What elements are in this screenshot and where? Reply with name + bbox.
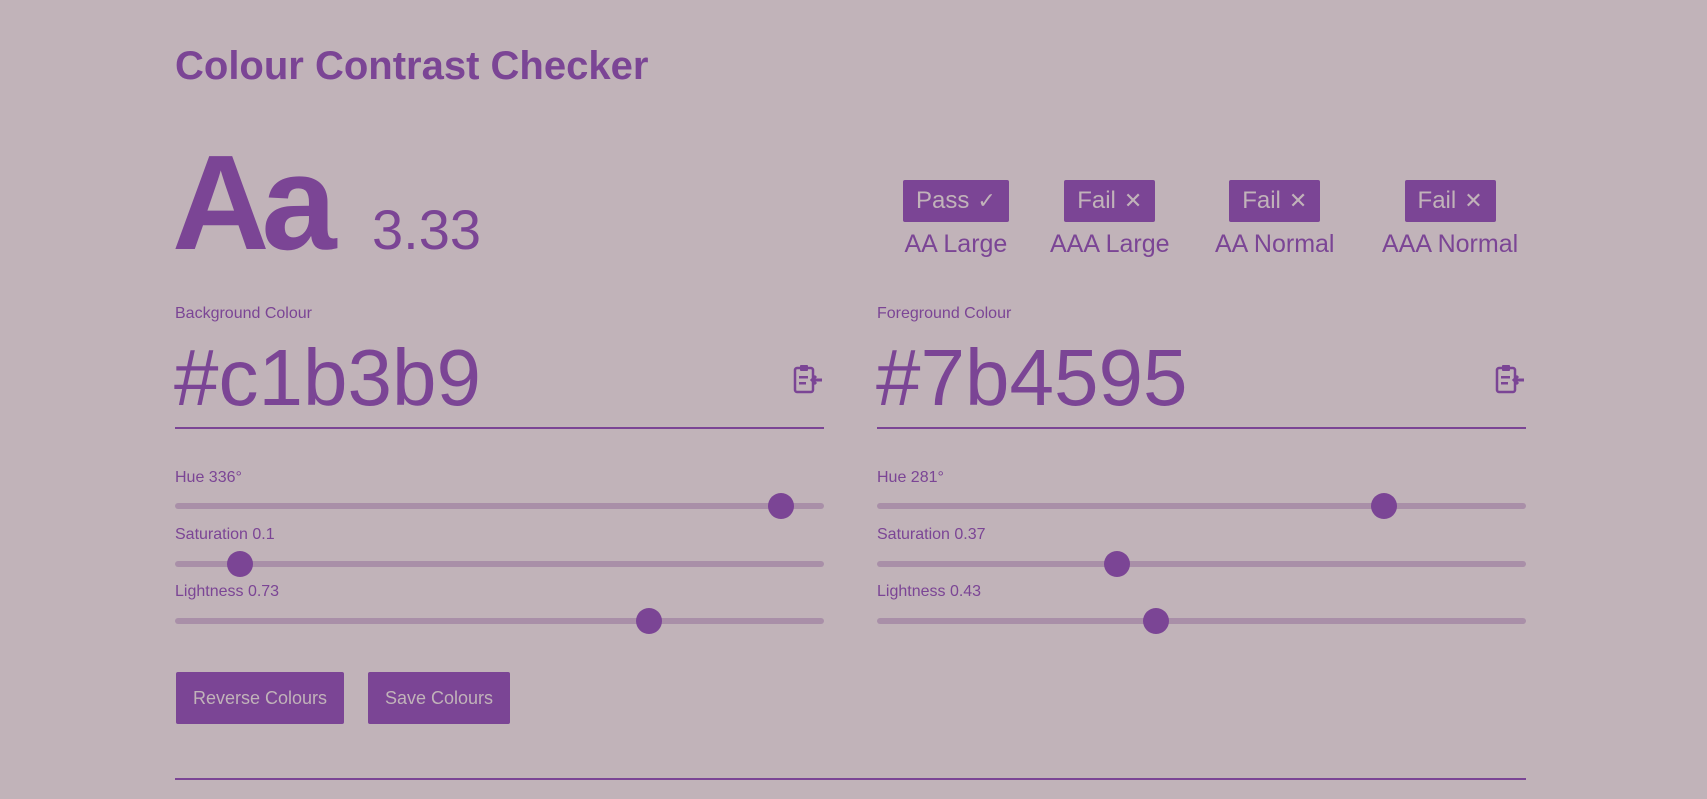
section-divider — [175, 778, 1526, 780]
foreground-lightness-label: Lightness 0.43 — [877, 583, 982, 600]
status-badge: Pass ✓ — [903, 180, 1009, 222]
slider-thumb[interactable] — [1104, 551, 1131, 577]
sample-text-preview: Aa — [172, 127, 337, 278]
cross-icon: ✕ — [1464, 188, 1483, 213]
badge-level-label: AAA Normal — [1382, 230, 1519, 258]
badge-level-label: AAA Large — [1050, 230, 1170, 258]
slider-thumb[interactable] — [635, 608, 662, 634]
result-aaa-large: Fail ✕ AAA Large — [1050, 180, 1170, 260]
badge-status-text: Pass — [916, 187, 970, 214]
badge-status-text: Fail — [1417, 187, 1457, 214]
clipboard-paste-icon[interactable] — [792, 363, 824, 395]
background-hex-input[interactable]: #c1b3b9 — [174, 333, 481, 423]
foreground-lightness-slider[interactable] — [877, 608, 1526, 634]
badge-status-text: Fail — [1242, 187, 1281, 214]
background-saturation-label: Saturation 0.1 — [175, 526, 275, 543]
contrast-ratio: 3.33 — [372, 198, 481, 261]
status-badge: Fail ✕ — [1064, 180, 1156, 222]
badge-status-text: Fail — [1077, 187, 1116, 214]
badge-level-label: AA Normal — [1215, 230, 1335, 258]
page-title: Colour Contrast Checker — [175, 44, 649, 88]
background-hue-label: Hue 336° — [175, 469, 242, 486]
foreground-hue-label: Hue 281° — [877, 469, 944, 486]
save-colours-button[interactable]: Save Colours — [368, 672, 510, 724]
slider-thumb[interactable] — [767, 493, 794, 519]
status-badge: Fail ✕ — [1229, 180, 1321, 222]
foreground-saturation-slider[interactable] — [877, 551, 1526, 577]
clipboard-paste-icon[interactable] — [1494, 363, 1526, 395]
slider-thumb[interactable] — [226, 551, 253, 577]
result-aaa-normal: Fail ✕ AAA Normal — [1382, 180, 1518, 260]
slider-thumb[interactable] — [1370, 493, 1397, 519]
background-lightness-label: Lightness 0.73 — [175, 583, 280, 600]
slider-thumb[interactable] — [1143, 608, 1170, 634]
reverse-colours-button[interactable]: Reverse Colours — [176, 672, 344, 724]
background-saturation-slider[interactable] — [175, 551, 824, 577]
background-lightness-slider[interactable] — [175, 608, 824, 634]
foreground-saturation-label: Saturation 0.37 — [877, 526, 986, 543]
background-hue-slider[interactable] — [175, 493, 824, 519]
cross-icon: ✕ — [1123, 188, 1143, 213]
status-badge: Fail ✕ — [1404, 180, 1496, 222]
foreground-hex-input[interactable]: #7b4595 — [876, 333, 1187, 423]
result-aa-large: Pass ✓ AA Large — [903, 180, 1009, 260]
result-aa-normal: Fail ✕ AA Normal — [1215, 180, 1334, 260]
background-colour-label: Background Colour — [175, 305, 312, 322]
cross-icon: ✕ — [1288, 188, 1308, 213]
foreground-colour-label: Foreground Colour — [877, 305, 1012, 322]
foreground-hue-slider[interactable] — [877, 493, 1526, 519]
background-hex-underline — [175, 427, 824, 429]
checkmark-icon: ✓ — [977, 188, 996, 213]
foreground-hex-underline — [877, 427, 1526, 429]
badge-level-label: AA Large — [904, 230, 1008, 258]
